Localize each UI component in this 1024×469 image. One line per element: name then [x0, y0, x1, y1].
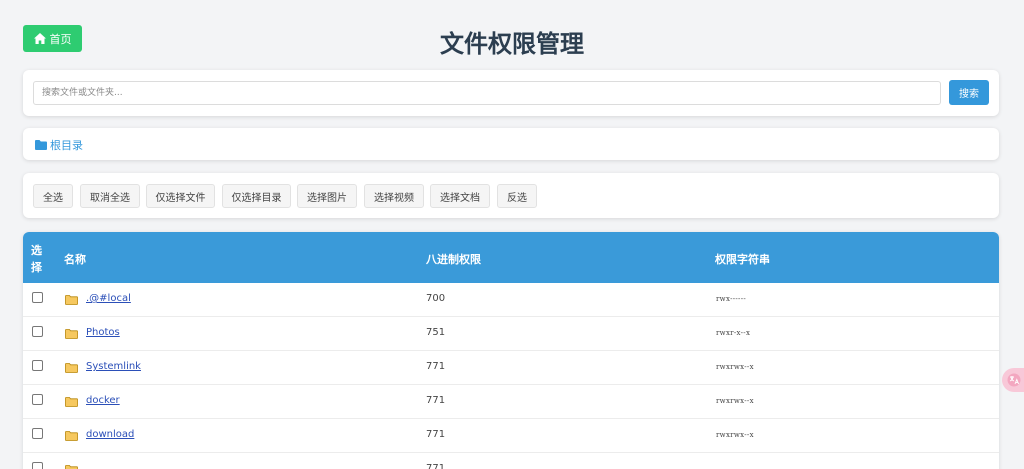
table-row: docker 771 rwxrwx--x — [23, 385, 999, 419]
octal-permission: 771 — [426, 361, 446, 372]
file-name-link[interactable]: Photos — [86, 327, 120, 338]
breadcrumb-root-label: 根目录 — [50, 139, 83, 152]
folder-icon — [65, 295, 78, 305]
table-row: download 771 rwxrwx--x — [23, 419, 999, 453]
row-checkbox[interactable] — [32, 428, 43, 439]
file-name-link[interactable]: Systemlink — [86, 361, 141, 372]
row-checkbox[interactable] — [32, 462, 43, 469]
selection-actions-card: 全选 取消全选 仅选择文件 仅选择目录 选择图片 选择视频 选择文档 反选 — [23, 173, 999, 218]
octal-permission: 771 — [426, 429, 446, 440]
translate-icon — [1007, 373, 1021, 387]
permission-string: rwxrwx--x — [716, 431, 754, 439]
permission-string: rwxr-x--x — [716, 329, 751, 337]
folder-icon — [65, 363, 78, 373]
folder-icon — [35, 140, 47, 150]
select-files-only-button[interactable]: 仅选择文件 — [146, 184, 215, 208]
file-name-link[interactable]: docker — [86, 395, 120, 406]
deselect-all-button[interactable]: 取消全选 — [80, 184, 140, 208]
row-checkbox[interactable] — [32, 394, 43, 405]
folder-icon — [65, 431, 78, 441]
search-button[interactable]: 搜索 — [949, 80, 989, 105]
table-header: 选择 名称 八进制权限 权限字符串 — [23, 232, 999, 283]
folder-icon — [65, 465, 78, 469]
breadcrumb-root[interactable]: 根目录 — [35, 137, 83, 153]
folder-icon — [65, 329, 78, 339]
breadcrumb-card: 根目录 — [23, 128, 999, 160]
table-row: .@#local 700 rwx------ — [23, 283, 999, 317]
column-header-perm[interactable]: 权限字符串 — [715, 251, 770, 267]
select-dirs-only-button[interactable]: 仅选择目录 — [222, 184, 291, 208]
row-checkbox[interactable] — [32, 360, 43, 371]
select-all-button[interactable]: 全选 — [33, 184, 73, 208]
file-table: 选择 名称 八进制权限 权限字符串 .@#local 700 rwx------… — [23, 232, 999, 469]
folder-icon — [65, 397, 78, 407]
select-images-button[interactable]: 选择图片 — [297, 184, 357, 208]
row-checkbox[interactable] — [32, 326, 43, 337]
column-header-select: 选择 — [31, 244, 42, 274]
octal-permission: 771 — [426, 395, 446, 406]
select-documents-button[interactable]: 选择文档 — [430, 184, 490, 208]
permission-string: rwx------ — [716, 295, 747, 303]
octal-permission: 751 — [426, 327, 446, 338]
permission-string: rwxrwx--x — [716, 397, 754, 405]
search-card: 搜索 — [23, 70, 999, 116]
column-header-octal[interactable]: 八进制权限 — [426, 251, 481, 267]
page-title: 文件权限管理 — [440, 30, 584, 58]
permission-string: rwxrwx--x — [716, 363, 754, 371]
table-row: Systemlink 771 rwxrwx--x — [23, 351, 999, 385]
search-input[interactable] — [33, 81, 941, 105]
row-checkbox[interactable] — [32, 292, 43, 303]
column-header-name[interactable]: 名称 — [64, 251, 86, 267]
table-row: 771 — [23, 453, 999, 469]
file-name-link[interactable]: .@#local — [86, 293, 131, 304]
table-row: Photos 751 rwxr-x--x — [23, 317, 999, 351]
file-name-link[interactable]: download — [86, 429, 134, 440]
translate-float-button[interactable] — [1002, 368, 1024, 392]
octal-permission: 771 — [426, 463, 446, 469]
invert-selection-button[interactable]: 反选 — [497, 184, 537, 208]
select-videos-button[interactable]: 选择视频 — [364, 184, 424, 208]
octal-permission: 700 — [426, 293, 446, 304]
